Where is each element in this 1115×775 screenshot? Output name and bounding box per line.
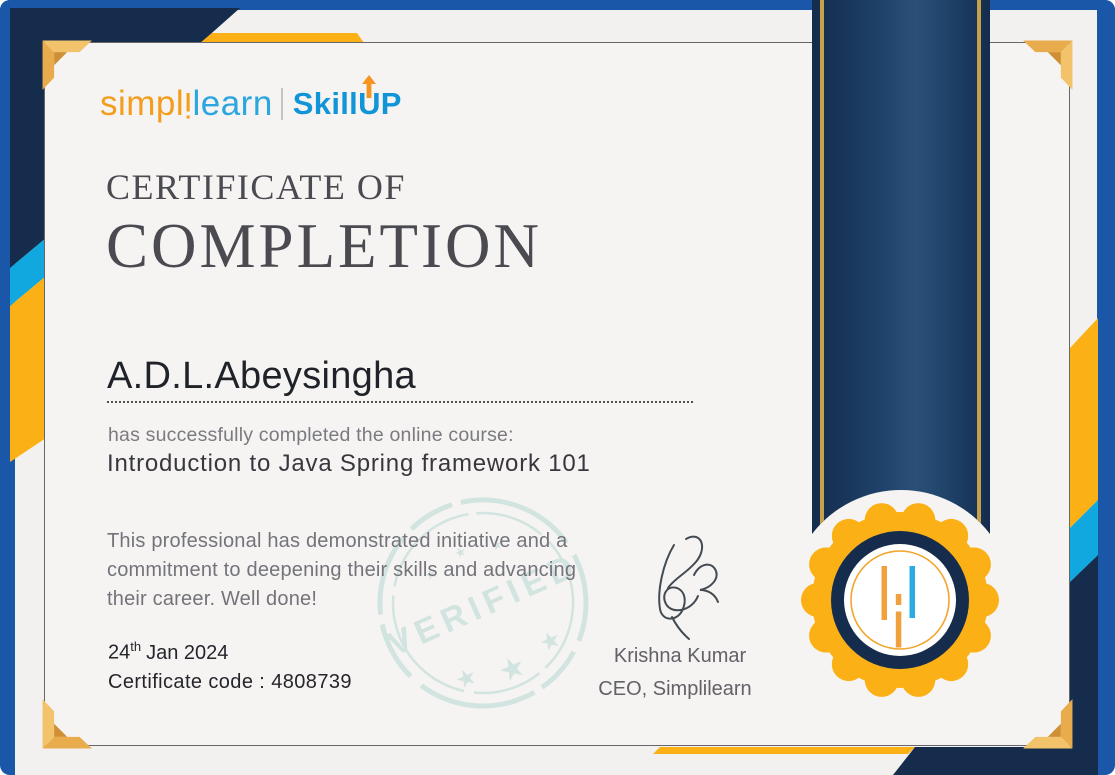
simplilearn-skillup-logo: simplilearn SkillU P — [100, 75, 402, 124]
title-line-2: COMPLETION — [106, 211, 542, 281]
ribbon-and-medal — [801, 0, 999, 697]
svg-text:★: ★ — [535, 625, 566, 658]
certificate-page: VERIFIED ★ ★ ★ ★ ★ ★ simplilearn SkillU … — [0, 0, 1115, 775]
svg-text:★: ★ — [451, 662, 482, 695]
logo-skillup: SkillU P — [293, 75, 402, 122]
course-title: Introduction to Java Spring framework 10… — [107, 450, 591, 477]
name-underline — [107, 401, 693, 403]
title-line-1: CERTIFICATE OF — [106, 167, 406, 207]
logo-simplilearn: simplilearn — [100, 84, 273, 124]
completion-subtitle: has successfully completed the online co… — [108, 424, 514, 446]
description-paragraph: This professional has demonstrated initi… — [107, 527, 576, 614]
svg-text:★: ★ — [493, 649, 531, 690]
logo-inverted-i: i — [184, 85, 193, 124]
up-arrow-icon — [362, 75, 377, 98]
corner-ornament-top-left — [42, 40, 92, 90]
logo-divider — [280, 88, 283, 120]
corner-ornament-bottom-left — [42, 699, 92, 749]
issue-date: 24th Jan 2024 — [108, 639, 229, 664]
signature — [658, 535, 719, 640]
signer-title: CEO, Simplilearn — [598, 678, 752, 700]
certificate-title: CERTIFICATE OF COMPLETION — [106, 166, 542, 283]
ribbon — [812, 0, 990, 534]
description-line: commitment to deepening their skills and… — [107, 559, 577, 581]
description-line: This professional has demonstrated initi… — [107, 530, 568, 552]
description-line: their career. Well done! — [107, 588, 318, 610]
recipient-name: A.D.L.Abeysingha — [107, 355, 416, 397]
date-ordinal-suffix: th — [130, 639, 142, 654]
signer-name: Krishna Kumar — [613, 645, 747, 667]
certificate-code: Certificate code : 4808739 — [108, 671, 352, 693]
medal-badge — [801, 503, 999, 697]
